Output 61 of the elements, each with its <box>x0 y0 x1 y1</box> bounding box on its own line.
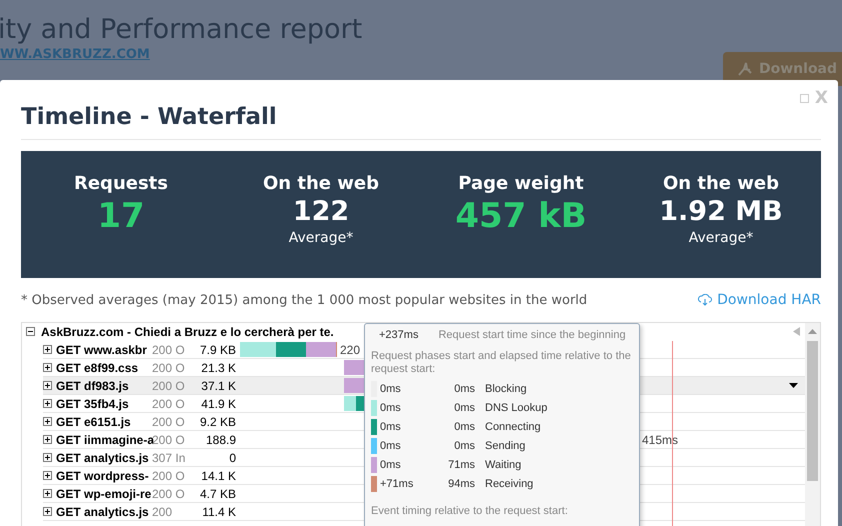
footnote: * Observed averages (may 2015) among the 1 000 most popular websites in the world <box>21 292 588 308</box>
phase-start: 0ms <box>379 458 402 470</box>
stat-label: Requests <box>74 173 168 194</box>
request-name: GET iimmagine-a <box>56 432 152 446</box>
request-status: 200 O <box>152 360 186 374</box>
stat-note: Average* <box>288 230 354 246</box>
request-size: 37.1 K <box>200 378 236 392</box>
request-name: GET 35fb4.js <box>56 396 130 410</box>
request-name: GET wordpress- <box>56 468 150 482</box>
page-title: ity and Performance report <box>0 14 364 45</box>
start-time-label: Request start time since the beginning <box>438 329 626 341</box>
request-status: 200 O <box>152 396 186 410</box>
request-name: GET e6151.js <box>56 414 132 428</box>
request-name: GET analytics.js <box>56 450 150 464</box>
request-size: 9.2 KB <box>198 414 236 428</box>
request-status: 200 O <box>152 432 186 446</box>
phase-elapsed: 0ms <box>453 402 476 414</box>
request-size: 11.4 K <box>201 504 236 518</box>
request-name: GET e8f99.css <box>56 360 140 374</box>
request-status: 200 O <box>152 378 186 392</box>
phase-elapsed: 0ms <box>453 382 476 394</box>
request-name: GET df983.js <box>56 378 130 392</box>
stat-note: Average* <box>688 230 754 246</box>
phase-elapsed: 0ms <box>453 440 476 452</box>
request-size: 21.3 K <box>200 360 236 374</box>
stat-value: 17 <box>97 195 145 238</box>
request-status: 200 O <box>152 486 186 500</box>
phase-name: DNS Lookup <box>485 402 548 414</box>
request-size: 14.1 K <box>200 468 236 482</box>
request-size: 4.7 KB <box>198 486 236 500</box>
request-size: 41.9 K <box>200 396 236 410</box>
request-name: GET wp-emoji-re <box>56 486 152 500</box>
request-status: 200 <box>152 504 174 518</box>
request-size: 188.9 <box>204 432 236 446</box>
stat-label: Page weight <box>458 173 584 194</box>
phase-start: 0ms <box>379 440 402 452</box>
events-heading: Event timing relative to the request start: <box>371 505 569 518</box>
request-status: 200 O <box>152 342 186 356</box>
phase-name: Blocking <box>485 382 528 394</box>
phase-start: 0ms <box>379 382 402 394</box>
phase-name: Sending <box>485 440 526 452</box>
stat-label: On the web <box>663 173 779 194</box>
phase-elapsed: 71ms <box>447 458 476 470</box>
stat-value: 457 kB <box>455 195 587 238</box>
request-status: 307 In <box>152 450 186 464</box>
request-name: GET www.askbr <box>56 342 148 356</box>
phase-start: 0ms <box>379 402 402 414</box>
request-size: 0 <box>228 450 236 464</box>
phase-name: Waiting <box>485 458 522 470</box>
request-status: 200 O <box>152 414 186 428</box>
request-size: 7.9 KB <box>198 342 236 356</box>
stat-label: On the web <box>263 173 379 194</box>
timing-label: 220 <box>340 343 360 357</box>
request-status: 200 O <box>152 468 186 482</box>
stat-value: 122 <box>292 195 350 229</box>
phase-name: Connecting <box>485 420 542 432</box>
start-time: +237ms <box>379 329 418 341</box>
phase-elapsed: 0ms <box>453 420 476 432</box>
phase-start: 0ms <box>379 420 402 432</box>
stat-value: 1.92 MB <box>659 195 783 229</box>
request-name: GET analytics.js <box>56 504 150 518</box>
